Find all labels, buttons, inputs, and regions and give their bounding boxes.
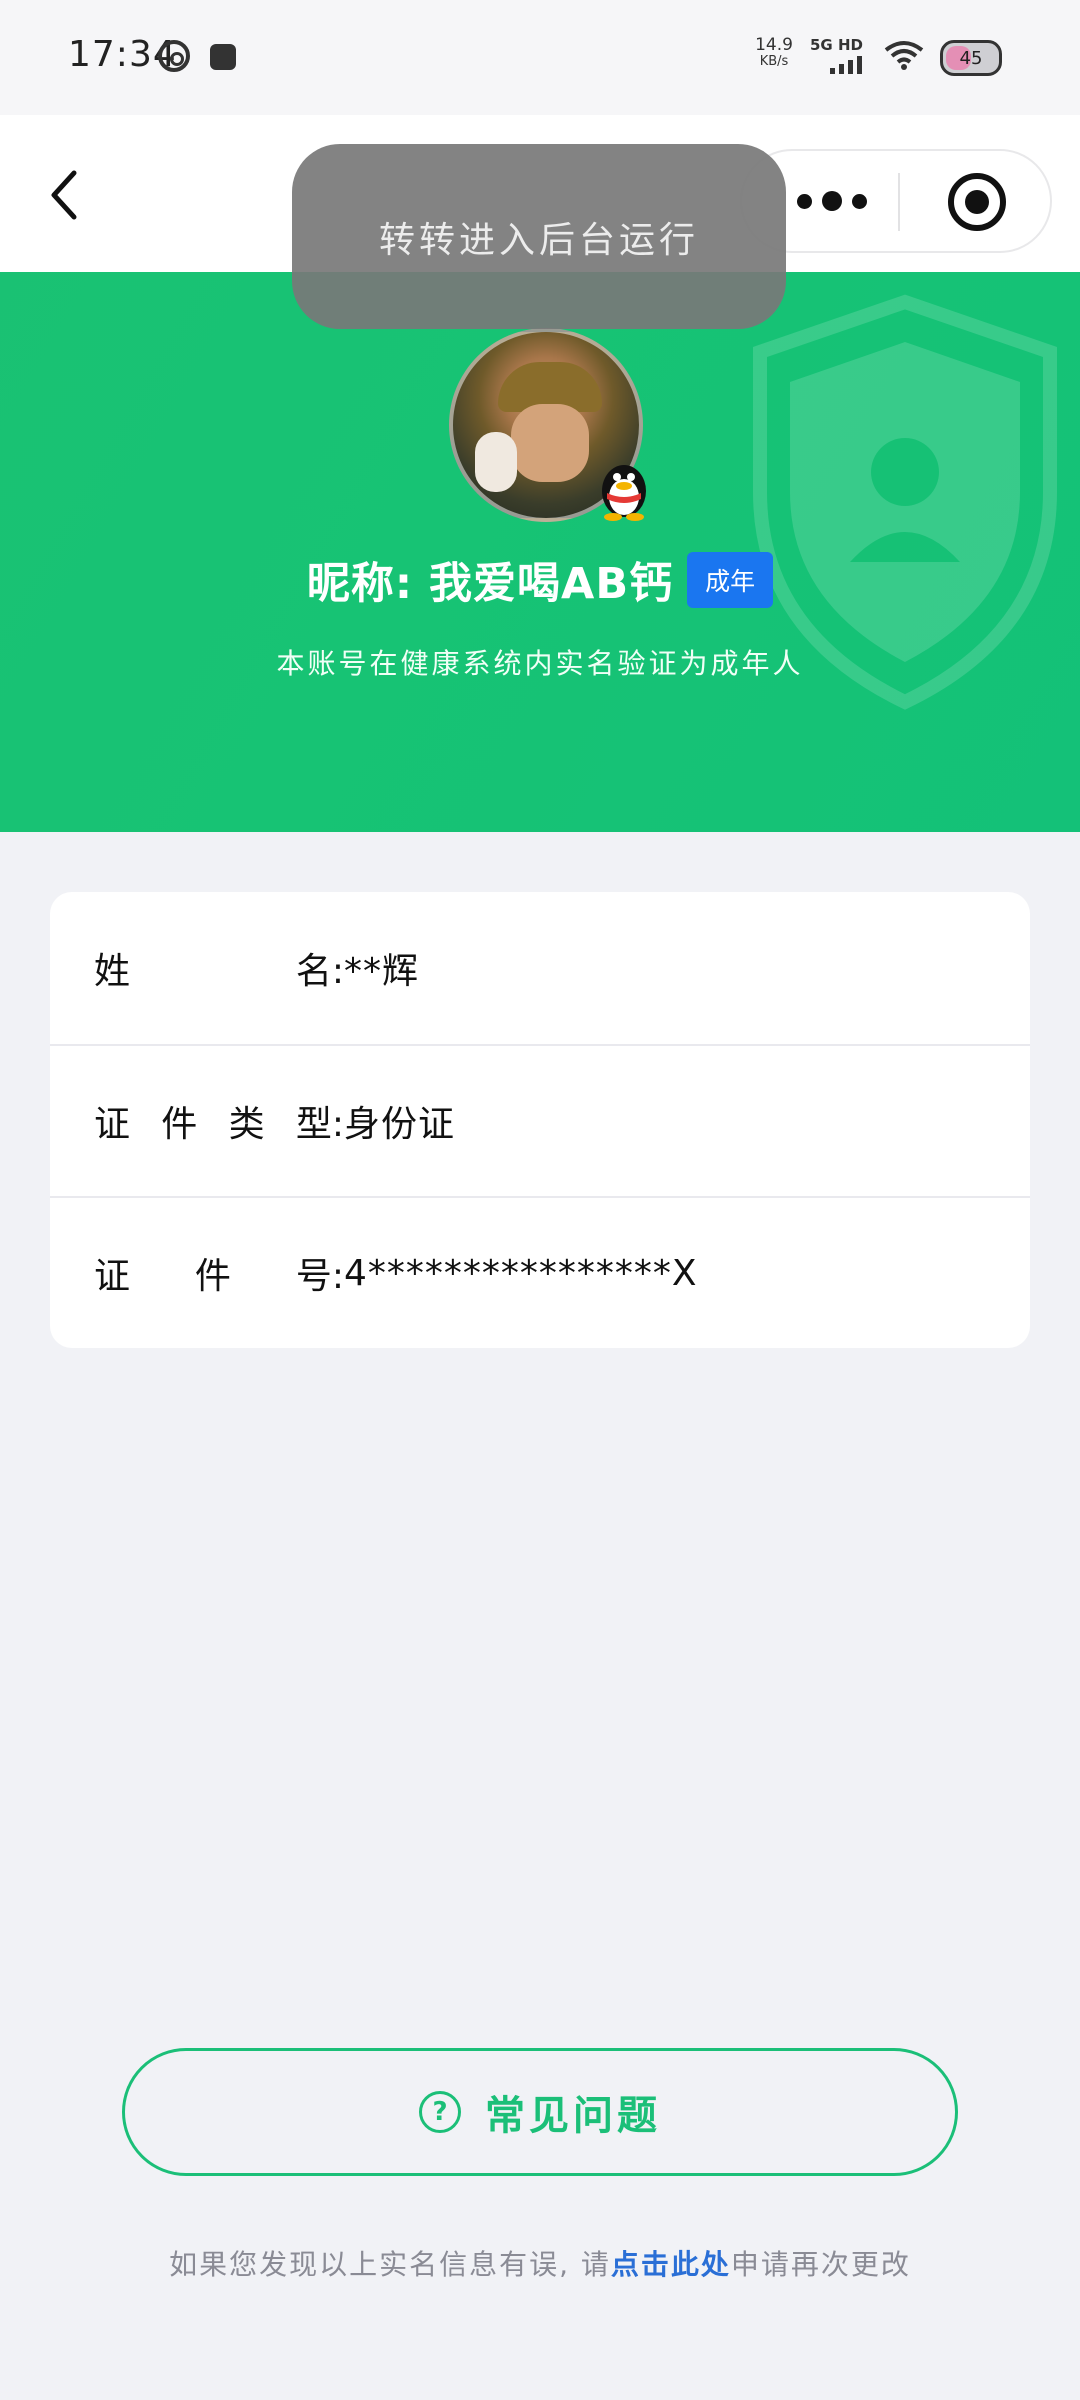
- battery-icon: 45: [940, 40, 1002, 76]
- battery-level: 45: [959, 47, 983, 69]
- faq-button[interactable]: ? 常见问题: [122, 2048, 958, 2176]
- capsule-menu: [740, 149, 1052, 253]
- nickname: 昵称: 我爱喝AB钙: [306, 559, 674, 609]
- adult-badge: 成年: [687, 552, 774, 608]
- footer-note: 如果您发现以上实名信息有误, 请点击此处申请再次更改: [0, 2243, 1080, 2283]
- verify-note: 本账号在健康系统内实名验证为成年人: [276, 647, 804, 680]
- info-value: 4****************X: [344, 1252, 698, 1294]
- info-row-id-number: 证 件 号: 4****************X: [50, 1196, 1030, 1348]
- info-row-name: 姓 名: **辉: [50, 892, 1030, 1044]
- info-label: 证 件 号:: [94, 1256, 344, 1297]
- toast-text: 转转进入后台运行: [378, 219, 699, 261]
- status-bar: 17:34 14.9 KB/s 5G HD 45: [0, 0, 1080, 115]
- more-dots-icon[interactable]: [772, 151, 892, 251]
- nickname-row: 昵称: 我爱喝AB钙 成年: [0, 550, 1080, 610]
- faq-label: 常见问题: [485, 2093, 661, 2139]
- qq-penguin-icon: [602, 465, 646, 521]
- capsule-divider: [898, 173, 900, 231]
- footer-text-before: 如果您发现以上实名信息有误, 请: [169, 2248, 611, 2281]
- info-row-id-type: 证 件 类 型: 身份证: [50, 1044, 1030, 1196]
- net-speed-unit: KB/s: [759, 53, 789, 69]
- chevron-left-icon[interactable]: [40, 165, 90, 225]
- info-value: **辉: [344, 951, 420, 992]
- wifi-icon: [884, 41, 924, 70]
- circle-app-icon: [158, 40, 190, 72]
- info-label: 姓 名:: [94, 951, 344, 992]
- info-value: 身份证: [344, 1104, 456, 1145]
- shield-app-icon: [210, 44, 236, 70]
- info-label: 证 件 类 型:: [94, 1104, 344, 1145]
- toast: 转转进入后台运行: [292, 144, 786, 329]
- net-speed-value: 14.9: [755, 35, 793, 55]
- question-circle-icon: ?: [419, 2091, 461, 2133]
- identity-info-card: 姓 名: **辉 证 件 类 型: 身份证 证 件 号: 4**********…: [50, 892, 1030, 1348]
- network-type: 5G HD: [810, 36, 863, 54]
- footer-change-link[interactable]: 点击此处: [611, 2248, 731, 2281]
- target-close-icon[interactable]: [948, 173, 1006, 231]
- footer-text-after: 申请再次更改: [730, 2248, 911, 2281]
- signal-icon: [830, 56, 864, 74]
- net-speed: 14.9 KB/s: [754, 36, 794, 69]
